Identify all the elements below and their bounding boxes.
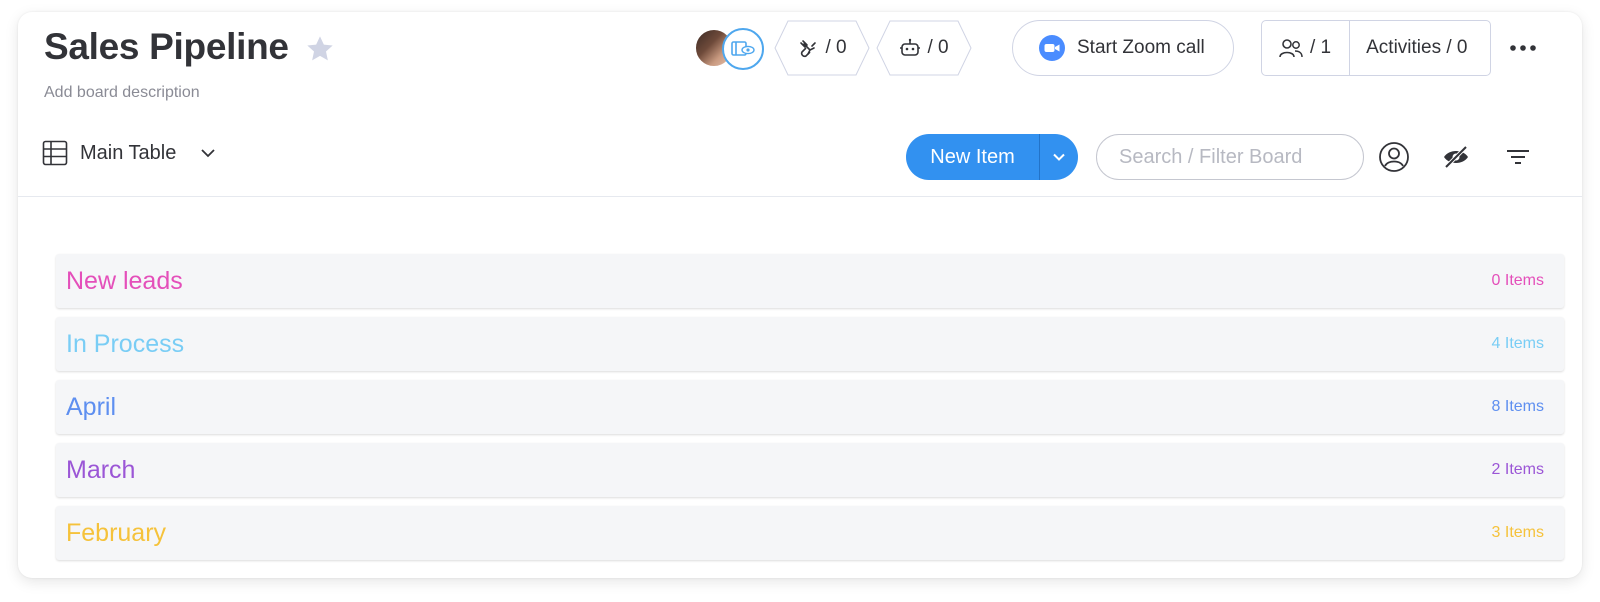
group-row[interactable]: March 2 Items xyxy=(56,443,1564,497)
group-title[interactable]: March xyxy=(66,456,135,485)
members-count: / 1 xyxy=(1310,37,1332,58)
new-item-button-group: New Item xyxy=(906,134,1078,180)
automations-count: / 0 xyxy=(927,37,949,58)
group-item-count: 0 Items xyxy=(1491,272,1544,289)
members-icon xyxy=(1279,39,1303,58)
automations-icon xyxy=(900,38,921,56)
group-item-count: 3 Items xyxy=(1491,524,1544,541)
board-description[interactable]: Add board description xyxy=(44,84,200,102)
viewer-icon[interactable] xyxy=(722,28,764,70)
integrations-count: / 0 xyxy=(825,37,847,58)
view-tab-main-table[interactable]: Main Table xyxy=(42,140,216,166)
new-item-dropdown[interactable] xyxy=(1040,134,1078,180)
group-title[interactable]: New leads xyxy=(66,267,183,296)
group-item-count: 8 Items xyxy=(1491,398,1544,415)
group-row[interactable]: In Process 4 Items xyxy=(56,317,1564,371)
table-icon xyxy=(42,140,68,166)
hide-icon[interactable] xyxy=(1438,139,1474,175)
view-label: Main Table xyxy=(80,141,177,164)
zoom-camera-icon xyxy=(1039,35,1065,61)
chevron-down-icon xyxy=(1053,153,1065,161)
chevron-down-icon[interactable] xyxy=(200,148,216,158)
star-icon[interactable] xyxy=(304,33,336,65)
search-filter-input[interactable] xyxy=(1096,134,1364,180)
automations-button[interactable]: / 0 xyxy=(876,20,972,76)
new-item-button[interactable]: New Item xyxy=(906,134,1039,180)
more-icon[interactable] xyxy=(1508,38,1538,58)
person-filter-icon[interactable] xyxy=(1376,139,1412,175)
group-row[interactable]: February 3 Items xyxy=(56,506,1564,560)
zoom-label: Start Zoom call xyxy=(1077,37,1205,58)
board-card: Sales Pipeline Add board description / 0 xyxy=(18,12,1582,578)
group-row[interactable]: New leads 0 Items xyxy=(56,254,1564,308)
board-title[interactable]: Sales Pipeline xyxy=(44,26,289,68)
integrations-button[interactable]: / 0 xyxy=(774,20,870,76)
activities-button[interactable]: Activities / 0 xyxy=(1350,37,1467,59)
group-item-count: 4 Items xyxy=(1491,335,1544,352)
group-title[interactable]: In Process xyxy=(66,330,184,359)
board-subscribers[interactable] xyxy=(694,28,774,70)
members-button[interactable]: / 1 xyxy=(1262,21,1351,75)
start-zoom-call-button[interactable]: Start Zoom call xyxy=(1012,20,1234,76)
group-title[interactable]: February xyxy=(66,519,166,548)
members-activities-box: / 1 Activities / 0 xyxy=(1261,20,1491,76)
sort-icon[interactable] xyxy=(1500,139,1536,175)
group-list: New leads 0 Items In Process 4 Items Apr… xyxy=(56,254,1564,569)
integrations-icon xyxy=(800,40,817,58)
group-row[interactable]: April 8 Items xyxy=(56,380,1564,434)
group-item-count: 2 Items xyxy=(1491,461,1544,478)
toolbar-divider xyxy=(18,196,1582,197)
group-title[interactable]: April xyxy=(66,393,116,422)
